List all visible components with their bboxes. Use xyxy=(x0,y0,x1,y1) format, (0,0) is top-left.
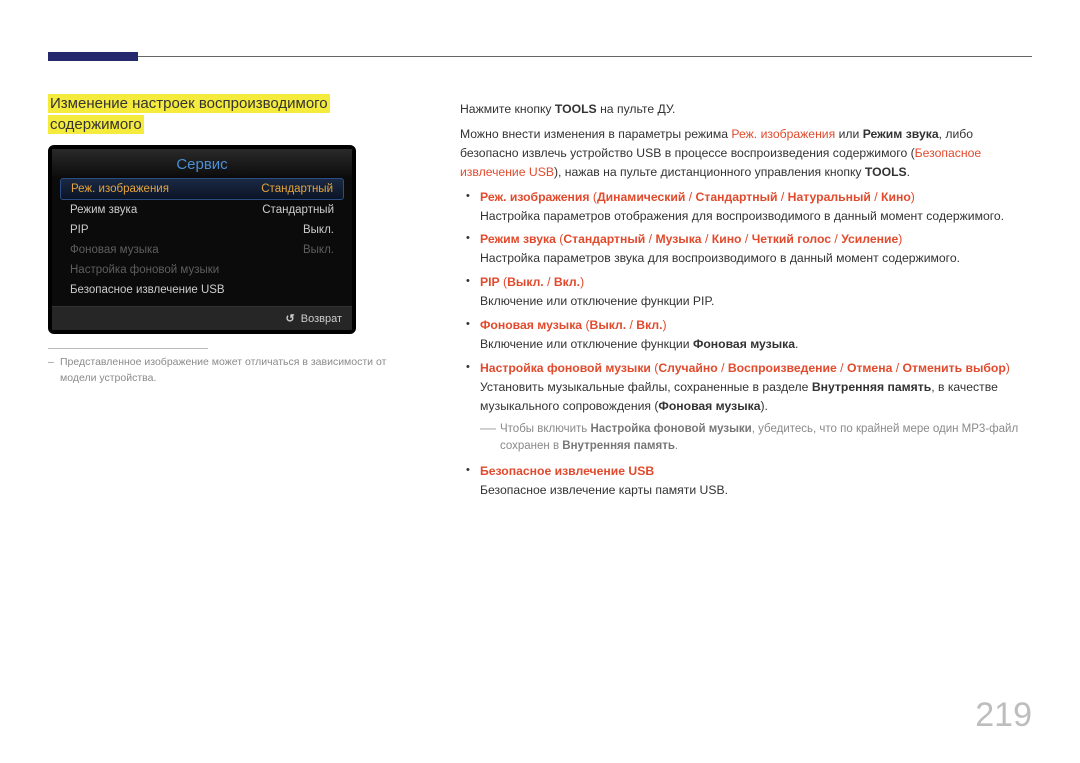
osd-row-value: Выкл. xyxy=(303,244,334,256)
item-bgm-settings: Настройка фоновой музыки (Случайно / Вос… xyxy=(480,359,1030,416)
osd-row: PIP Выкл. xyxy=(60,220,344,240)
left-column: Изменение настроек воспроизводимого соде… xyxy=(48,93,418,387)
osd-row-label: Фоновая музыка xyxy=(70,244,159,256)
osd-row: Фоновая музыка Выкл. xyxy=(60,240,344,260)
footnote: Представленное изображение может отличат… xyxy=(48,355,418,387)
osd-row: Безопасное извлечение USB xyxy=(60,280,344,300)
osd-return-label: Возврат xyxy=(301,313,342,325)
osd-row-label: Безопасное извлечение USB xyxy=(70,284,225,296)
intro-line-1: Нажмите кнопку TOOLS на пульте ДУ. xyxy=(460,100,1030,119)
options-list: Реж. изображения (Динамический / Стандар… xyxy=(460,188,1030,416)
osd-row-label: Режим звука xyxy=(70,204,137,216)
osd-row: Режим звука Стандартный xyxy=(60,200,344,220)
item-bgm: Фоновая музыка (Выкл. / Вкл.) Включение … xyxy=(480,316,1030,354)
osd-row-label: Настройка фоновой музыки xyxy=(70,264,219,276)
header-divider xyxy=(48,56,1032,57)
osd-row-label: Реж. изображения xyxy=(71,183,169,195)
osd-row: Настройка фоновой музыки xyxy=(60,260,344,280)
osd-row-value: Выкл. xyxy=(303,224,334,236)
options-list-2: Безопасное извлечение USB Безопасное изв… xyxy=(460,462,1030,500)
osd-row-value: Стандартный xyxy=(261,183,333,195)
header-accent xyxy=(48,52,138,61)
item-usb-remove: Безопасное извлечение USB Безопасное изв… xyxy=(480,462,1030,500)
osd-row-label: PIP xyxy=(70,224,89,236)
osd-footer: ↺ Возврат xyxy=(52,306,352,330)
item-sound-mode: Режим звука (Стандартный / Музыка / Кино… xyxy=(480,230,1030,268)
section-title-line1: Изменение настроек воспроизводимого xyxy=(48,94,330,113)
right-column: Нажмите кнопку TOOLS на пульте ДУ. Можно… xyxy=(460,100,1030,505)
osd-list: Реж. изображения Стандартный Режим звука Ст… xyxy=(52,178,352,306)
osd-row-value: Стандартный xyxy=(262,204,334,216)
return-icon: ↺ xyxy=(285,312,294,325)
section-title: Изменение настроек воспроизводимого соде… xyxy=(48,93,418,135)
page-number: 219 xyxy=(975,696,1032,735)
item-picture-mode: Реж. изображения (Динамический / Стандар… xyxy=(480,188,1030,226)
osd-panel: Сервис Реж. изображенияСтандартныйРежим … xyxy=(48,145,356,334)
section-title-line2: содержимого xyxy=(48,115,144,134)
item-pip: PIP (Выкл. / Вкл.) Включение или отключе… xyxy=(480,273,1030,311)
footnote-divider xyxy=(48,348,208,349)
note-bgm-requirement: Чтобы включить Настройка фоновой музыки,… xyxy=(480,421,1030,457)
osd-title: Сервис xyxy=(52,149,352,178)
osd-row: Реж. изображения Стандартный xyxy=(60,178,344,200)
intro-line-2: Можно внести изменения в параметры режим… xyxy=(460,125,1030,182)
